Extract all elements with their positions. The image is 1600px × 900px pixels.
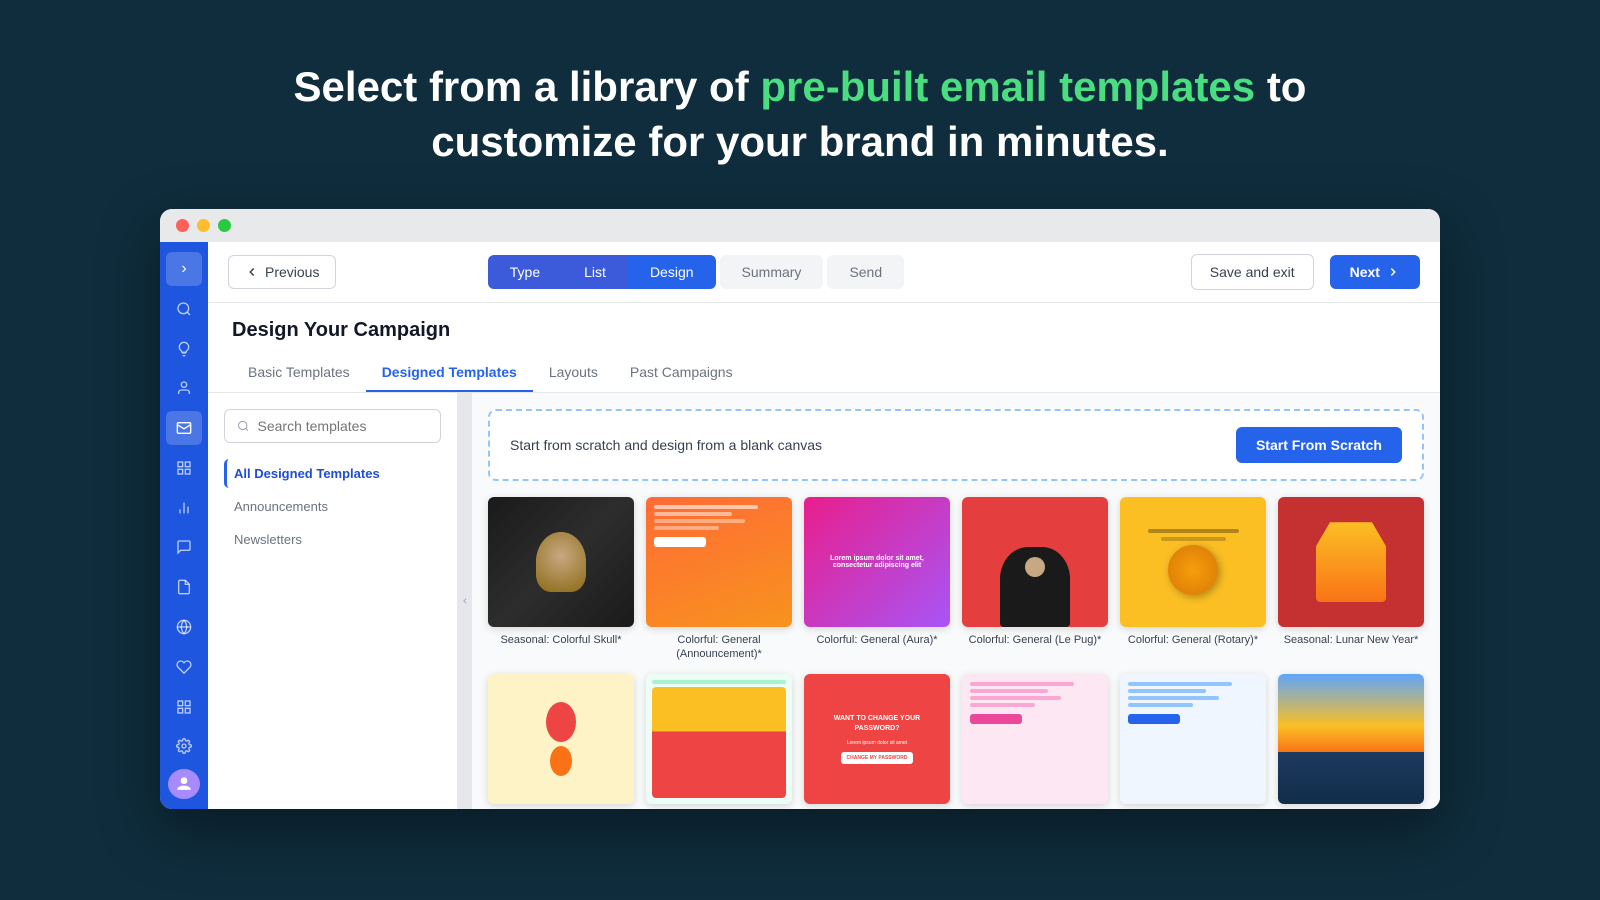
save-exit-button[interactable]: Save and exit (1191, 254, 1314, 290)
steps-container: Type List Design Summary Send (488, 255, 904, 289)
template-thumb-blue-text (1120, 674, 1266, 804)
window-minimize-dot[interactable] (197, 219, 210, 232)
template-card-pink[interactable]: Lorem ipsum dolor sit amet, consectetur … (804, 497, 950, 662)
template-thumb-cherry (646, 674, 792, 804)
search-box[interactable] (224, 409, 441, 443)
tab-designed[interactable]: Designed Templates (366, 354, 533, 392)
search-icon (237, 419, 250, 433)
sidebar-icon-person[interactable] (166, 371, 202, 405)
template-thumb-pug (962, 497, 1108, 627)
filter-panel: All Designed Templates Announcements New… (208, 393, 458, 809)
template-thumb-lantern (488, 674, 634, 804)
scratch-label: Start from scratch and design from a bla… (510, 437, 822, 453)
template-thumb-password: WANT TO CHANGE YOUR PASSWORD? Lorem ipsu… (804, 674, 950, 804)
window-maximize-dot[interactable] (218, 219, 231, 232)
step-send[interactable]: Send (827, 255, 904, 289)
step-list[interactable]: List (562, 255, 628, 289)
hero-section: Select from a library of pre-built email… (0, 0, 1600, 209)
sidebar-icon-heart[interactable] (166, 650, 202, 684)
templates-grid-row2: Seasonal: Lunar New Year 2* Colorful: Ge… (488, 674, 1424, 809)
templates-grid-row1: Seasonal: Colorful Skull* Colorful: Gene… (488, 497, 1424, 662)
scratch-banner: Start from scratch and design from a bla… (488, 409, 1424, 481)
template-name-pug: Colorful: General (Le Pug)* (969, 633, 1102, 647)
filter-list: All Designed Templates Announcements New… (224, 459, 441, 554)
tab-past-campaigns[interactable]: Past Campaigns (614, 354, 749, 392)
next-button[interactable]: Next (1330, 255, 1420, 289)
step-summary[interactable]: Summary (720, 255, 824, 289)
template-card-sunset[interactable]: Coastal: Sunset* (1278, 674, 1424, 809)
sidebar: › (160, 242, 208, 809)
tab-layouts[interactable]: Layouts (533, 354, 614, 392)
template-card-password[interactable]: WANT TO CHANGE YOUR PASSWORD? Lorem ipsu… (804, 674, 950, 809)
page-title-area: Design Your Campaign (208, 303, 1440, 354)
title-bar (160, 209, 1440, 242)
template-card-cherry[interactable]: Colorful: General (Cherry)* (646, 674, 792, 809)
sidebar-icon-grid[interactable] (166, 451, 202, 485)
tab-basic[interactable]: Basic Templates (232, 354, 366, 392)
content-area: Previous Type List Design Summary (208, 242, 1440, 809)
step-design[interactable]: Design (628, 255, 716, 289)
app-window: › (160, 209, 1440, 809)
hero-highlight: pre-built email templates (760, 63, 1255, 110)
filter-newsletters[interactable]: Newsletters (224, 525, 441, 554)
sidebar-icon-gear[interactable] (166, 729, 202, 763)
template-card-skull[interactable]: Seasonal: Colorful Skull* (488, 497, 634, 662)
page-title: Design Your Campaign (232, 319, 1416, 342)
template-thumb-skull (488, 497, 634, 627)
template-name-rotary: Colorful: General (Rotary)* (1128, 633, 1258, 647)
template-thumb-rotary (1120, 497, 1266, 627)
hero-title: Select from a library of pre-built email… (20, 60, 1580, 169)
sidebar-icon-email[interactable] (166, 411, 202, 445)
start-from-scratch-button[interactable]: Start From Scratch (1236, 427, 1402, 463)
template-thumb-sunset (1278, 674, 1424, 804)
previous-button[interactable]: Previous (228, 255, 336, 289)
sidebar-icon-bulb[interactable] (166, 332, 202, 366)
template-card-lantern[interactable]: Seasonal: Lunar New Year 2* (488, 674, 634, 809)
sidebar-icon-chart[interactable] (166, 491, 202, 525)
template-thumb-pink: Lorem ipsum dolor sit amet, consectetur … (804, 497, 950, 627)
sidebar-icon-comment[interactable] (166, 531, 202, 565)
sidebar-icon-globe[interactable] (166, 610, 202, 644)
sidebar-icon-doc[interactable] (166, 570, 202, 604)
sidebar-icon-apps[interactable] (166, 690, 202, 724)
panel-collapse-tab[interactable] (458, 393, 472, 809)
template-name-orange: Colorful: General (Announcement)* (646, 633, 792, 662)
tab-bar: Basic Templates Designed Templates Layou… (208, 354, 1440, 393)
template-thumb-pink2 (962, 674, 1108, 804)
templates-area: Start from scratch and design from a bla… (472, 393, 1440, 809)
template-name-skull: Seasonal: Colorful Skull* (500, 633, 621, 647)
template-name-pink: Colorful: General (Aura)* (816, 633, 937, 647)
user-avatar[interactable] (168, 769, 200, 799)
filter-announcements[interactable]: Announcements (224, 492, 441, 521)
filter-all[interactable]: All Designed Templates (224, 459, 441, 488)
inner-content: All Designed Templates Announcements New… (208, 393, 1440, 809)
template-card-pug[interactable]: Colorful: General (Le Pug)* (962, 497, 1108, 662)
previous-label: Previous (265, 264, 319, 280)
template-card-blue-text[interactable]: Colorful: General (Blue)* (1120, 674, 1266, 809)
template-name-lunar: Seasonal: Lunar New Year* (1284, 633, 1419, 647)
step-type[interactable]: Type (488, 255, 562, 289)
template-card-lunar[interactable]: Seasonal: Lunar New Year* (1278, 497, 1424, 662)
template-card-rotary[interactable]: Colorful: General (Rotary)* (1120, 497, 1266, 662)
sidebar-icon-search[interactable] (166, 292, 202, 326)
template-thumb-lunar (1278, 497, 1424, 627)
search-input[interactable] (258, 418, 429, 434)
template-card-orange[interactable]: Colorful: General (Announcement)* (646, 497, 792, 662)
sidebar-icon-chevron[interactable]: › (166, 252, 202, 286)
template-card-pink2[interactable]: Colorful: General (Pink)* (962, 674, 1108, 809)
window-close-dot[interactable] (176, 219, 189, 232)
template-thumb-orange (646, 497, 792, 627)
top-navigation: Previous Type List Design Summary (208, 242, 1440, 303)
